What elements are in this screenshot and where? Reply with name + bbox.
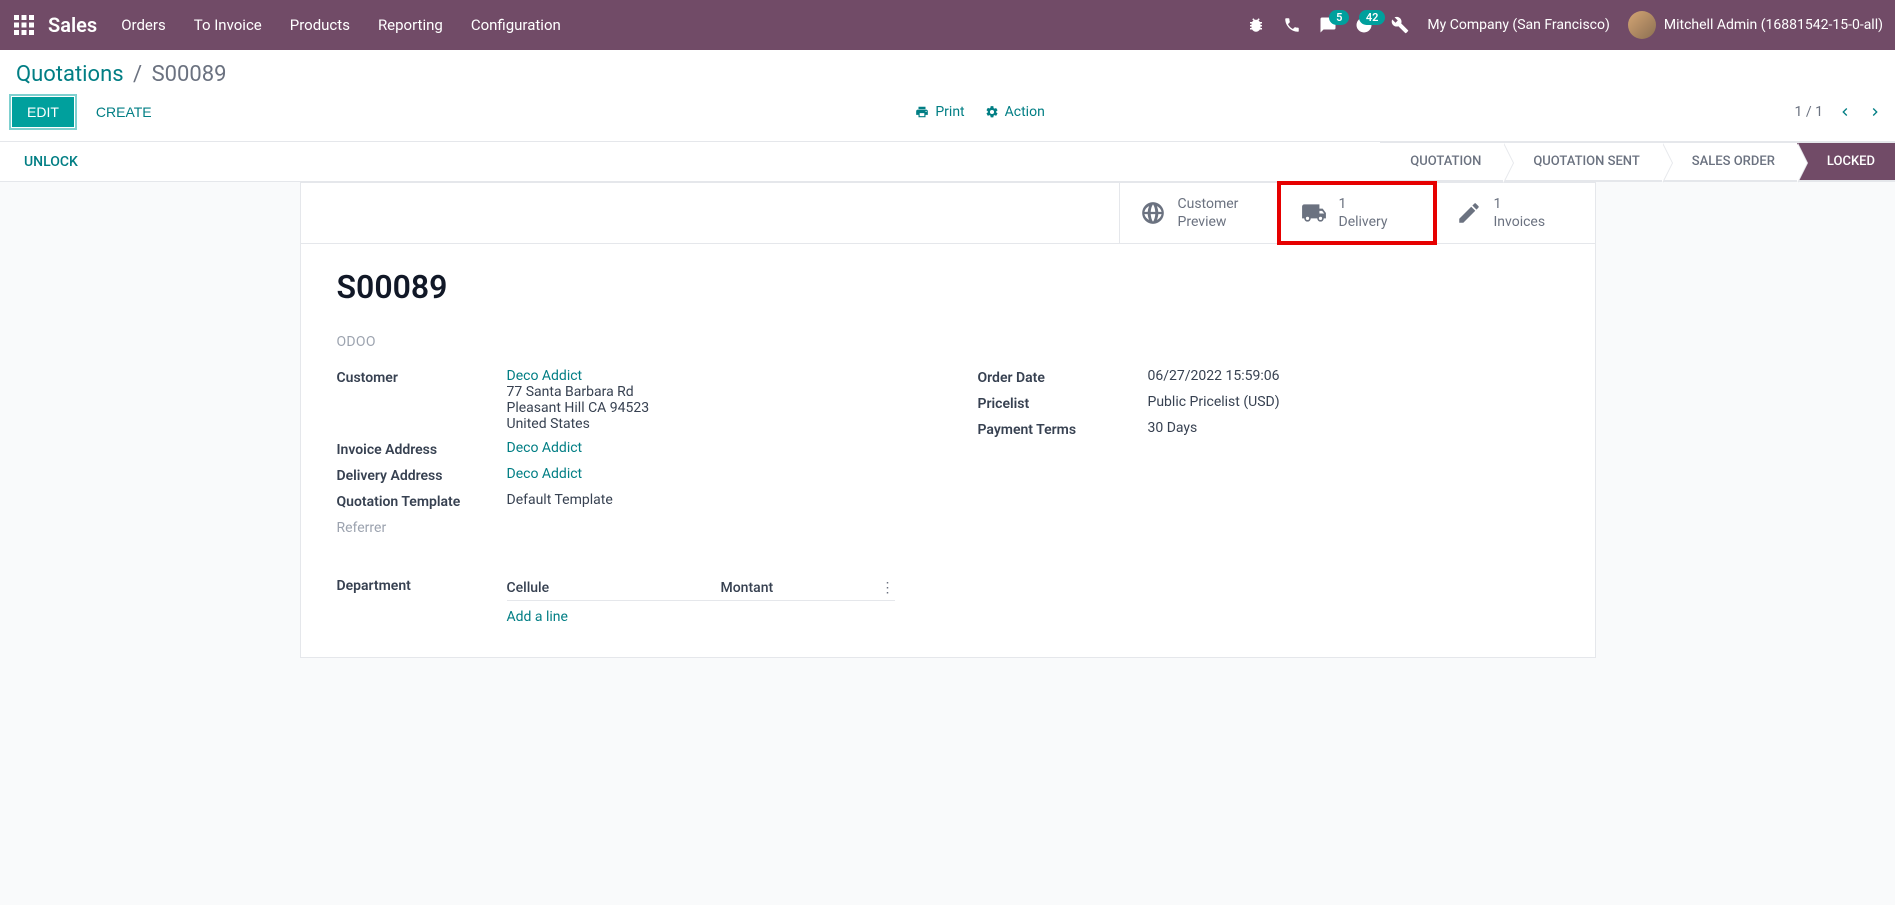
stat-buttons: Customer Preview 1 Delivery 1 Invoices — [301, 183, 1595, 244]
pricelist-label: Pricelist — [978, 394, 1148, 412]
order-date-label: Order Date — [978, 368, 1148, 386]
addr-line-1: 77 Santa Barbara Rd — [507, 384, 918, 400]
menu-products[interactable]: Products — [290, 16, 350, 34]
right-column: Order Date 06/27/2022 15:59:06 Pricelist… — [978, 364, 1559, 540]
menu-to-invoice[interactable]: To Invoice — [194, 16, 262, 34]
unlock-button[interactable]: UNLOCK — [24, 154, 78, 170]
invoices-button[interactable]: 1 Invoices — [1435, 183, 1595, 243]
phone-icon[interactable] — [1283, 16, 1301, 34]
messages-badge: 5 — [1329, 10, 1349, 25]
action-dropdown[interactable]: Action — [985, 104, 1045, 120]
app-brand[interactable]: Sales — [48, 13, 97, 37]
stage-quotation[interactable]: QUOTATION — [1380, 142, 1503, 181]
messages-icon[interactable]: 5 — [1319, 16, 1337, 34]
delivery-address-label: Delivery Address — [337, 466, 507, 484]
menu-orders[interactable]: Orders — [121, 16, 166, 34]
stage-quotation-sent[interactable]: QUOTATION SENT — [1503, 142, 1661, 181]
customer-link[interactable]: Deco Addict — [507, 368, 583, 384]
department-table: Cellule Montant ⋮ Add a line — [507, 576, 895, 633]
payment-terms-value: 30 Days — [1148, 420, 1559, 436]
tools-icon[interactable] — [1391, 16, 1409, 34]
print-button[interactable]: Print — [915, 104, 964, 120]
edit-button[interactable]: EDIT — [12, 97, 74, 127]
breadcrumb-bar: Quotations / S00089 — [0, 50, 1895, 87]
activities-icon[interactable]: 42 — [1355, 16, 1373, 34]
pager: 1 / 1 — [1795, 104, 1883, 120]
user-name: Mitchell Admin (16881542-15-0-all) — [1664, 17, 1883, 33]
pager-next-icon[interactable] — [1867, 104, 1883, 120]
dept-col-cellule: Cellule — [507, 580, 661, 596]
create-button[interactable]: CREATE — [82, 98, 166, 126]
main-menu: Orders To Invoice Products Reporting Con… — [121, 16, 561, 34]
record-title: S00089 — [337, 268, 1559, 306]
pager-prev-icon[interactable] — [1837, 104, 1853, 120]
left-column: Customer Deco Addict 77 Santa Barbara Rd… — [337, 364, 918, 540]
gear-icon — [985, 105, 999, 119]
stage-locked[interactable]: LOCKED — [1797, 142, 1895, 181]
print-icon — [915, 105, 929, 119]
add-line-button[interactable]: Add a line — [507, 609, 568, 625]
globe-icon — [1140, 200, 1166, 226]
quotation-template-label: Quotation Template — [337, 492, 507, 510]
action-bar: EDIT CREATE Print Action 1 / 1 — [0, 87, 1895, 142]
company-selector[interactable]: My Company (San Francisco) — [1427, 17, 1609, 33]
dept-col-montant: Montant — [661, 580, 875, 596]
kebab-icon[interactable]: ⋮ — [875, 580, 895, 596]
apps-icon[interactable] — [12, 13, 36, 37]
order-date-value: 06/27/2022 15:59:06 — [1148, 368, 1559, 384]
addr-line-3: United States — [507, 416, 918, 432]
invoice-address-link[interactable]: Deco Addict — [507, 440, 583, 456]
user-menu[interactable]: Mitchell Admin (16881542-15-0-all) — [1628, 11, 1883, 39]
edit-note-icon — [1456, 200, 1482, 226]
customer-label: Customer — [337, 368, 507, 386]
status-stages: QUOTATION QUOTATION SENT SALES ORDER LOC… — [1380, 142, 1895, 181]
quotation-template-value: Default Template — [507, 492, 918, 508]
pricelist-value: Public Pricelist (USD) — [1148, 394, 1559, 410]
customer-preview-button[interactable]: Customer Preview — [1119, 183, 1279, 243]
referrer-label: Referrer — [337, 518, 507, 536]
stage-sales-order[interactable]: SALES ORDER — [1662, 142, 1797, 181]
breadcrumb-current: S00089 — [152, 62, 227, 87]
menu-reporting[interactable]: Reporting — [378, 16, 443, 34]
truck-icon — [1301, 200, 1327, 226]
avatar — [1628, 11, 1656, 39]
addr-line-2: Pleasant Hill CA 94523 — [507, 400, 918, 416]
delivery-button[interactable]: 1 Delivery — [1277, 181, 1437, 245]
breadcrumb-root[interactable]: Quotations — [16, 62, 124, 87]
invoice-address-label: Invoice Address — [337, 440, 507, 458]
breadcrumb: Quotations / S00089 — [16, 62, 1879, 87]
bug-icon[interactable] — [1247, 16, 1265, 34]
source-tag: ODOO — [337, 334, 1559, 350]
menu-configuration[interactable]: Configuration — [471, 16, 561, 34]
department-label: Department — [337, 576, 507, 633]
status-bar: UNLOCK QUOTATION QUOTATION SENT SALES OR… — [0, 142, 1895, 182]
activities-badge: 42 — [1359, 10, 1386, 25]
pager-count: 1 / 1 — [1795, 104, 1823, 120]
top-navbar: Sales Orders To Invoice Products Reporti… — [0, 0, 1895, 50]
form-sheet: Customer Preview 1 Delivery 1 Invoices — [300, 182, 1596, 658]
delivery-address-link[interactable]: Deco Addict — [507, 466, 583, 482]
payment-terms-label: Payment Terms — [978, 420, 1148, 438]
